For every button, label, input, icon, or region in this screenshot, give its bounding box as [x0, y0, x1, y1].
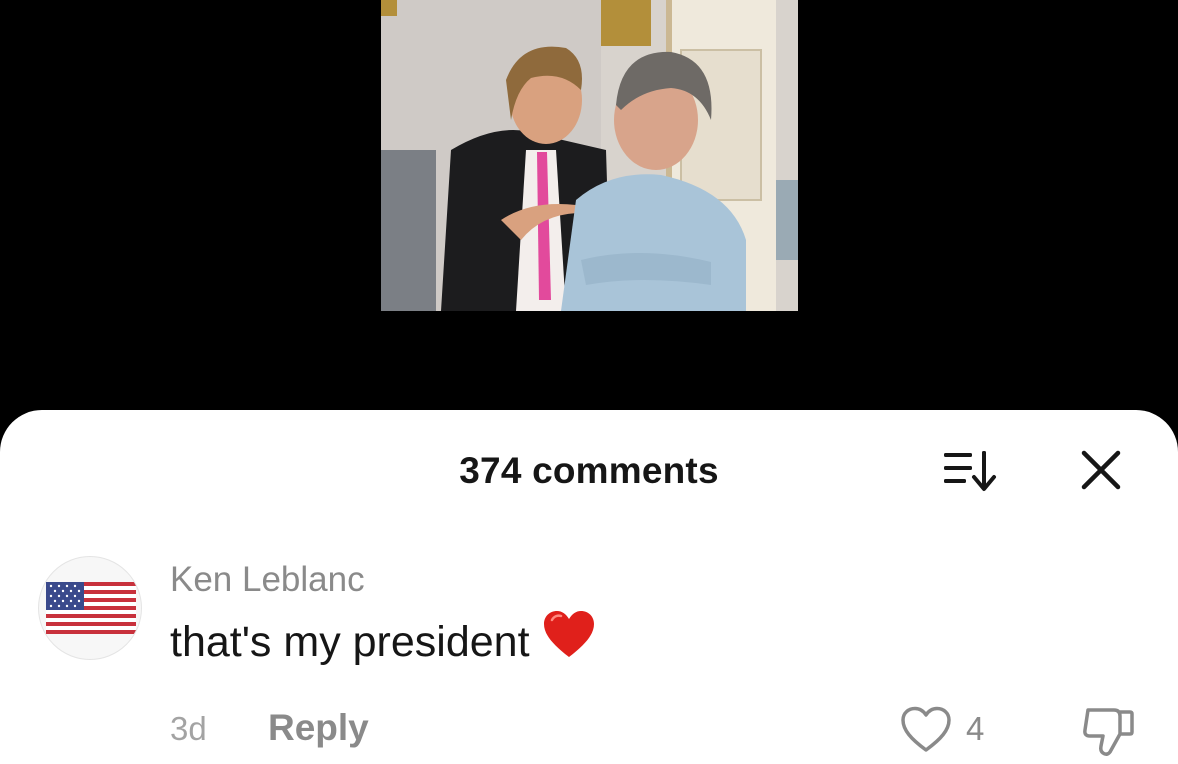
us-flag-avatar[interactable] — [38, 556, 142, 660]
comment-timestamp: 3d — [170, 710, 207, 747]
like-count: 4 — [966, 710, 985, 747]
dislike-button[interactable] — [1080, 704, 1136, 758]
close-icon[interactable] — [1080, 449, 1122, 491]
sort-descending-icon[interactable] — [942, 449, 998, 493]
thumbs-down-icon — [1083, 708, 1134, 757]
comment-body: that's my president — [170, 611, 596, 671]
like-button[interactable]: 4 — [900, 704, 1000, 758]
heart-outline-icon — [901, 706, 951, 752]
comment-text: that's my president — [170, 618, 530, 666]
comments-count-title: 374 comments — [459, 450, 719, 491]
video-image — [381, 0, 798, 311]
screen: 374 comments Ken Leblanc that's my presi… — [0, 0, 1178, 764]
video-thumbnail[interactable] — [381, 0, 798, 311]
red-heart-emoji — [542, 610, 596, 671]
reply-button[interactable]: Reply — [268, 707, 369, 749]
us-flag-icon — [46, 582, 136, 634]
comment-username[interactable]: Ken Leblanc — [170, 560, 365, 600]
